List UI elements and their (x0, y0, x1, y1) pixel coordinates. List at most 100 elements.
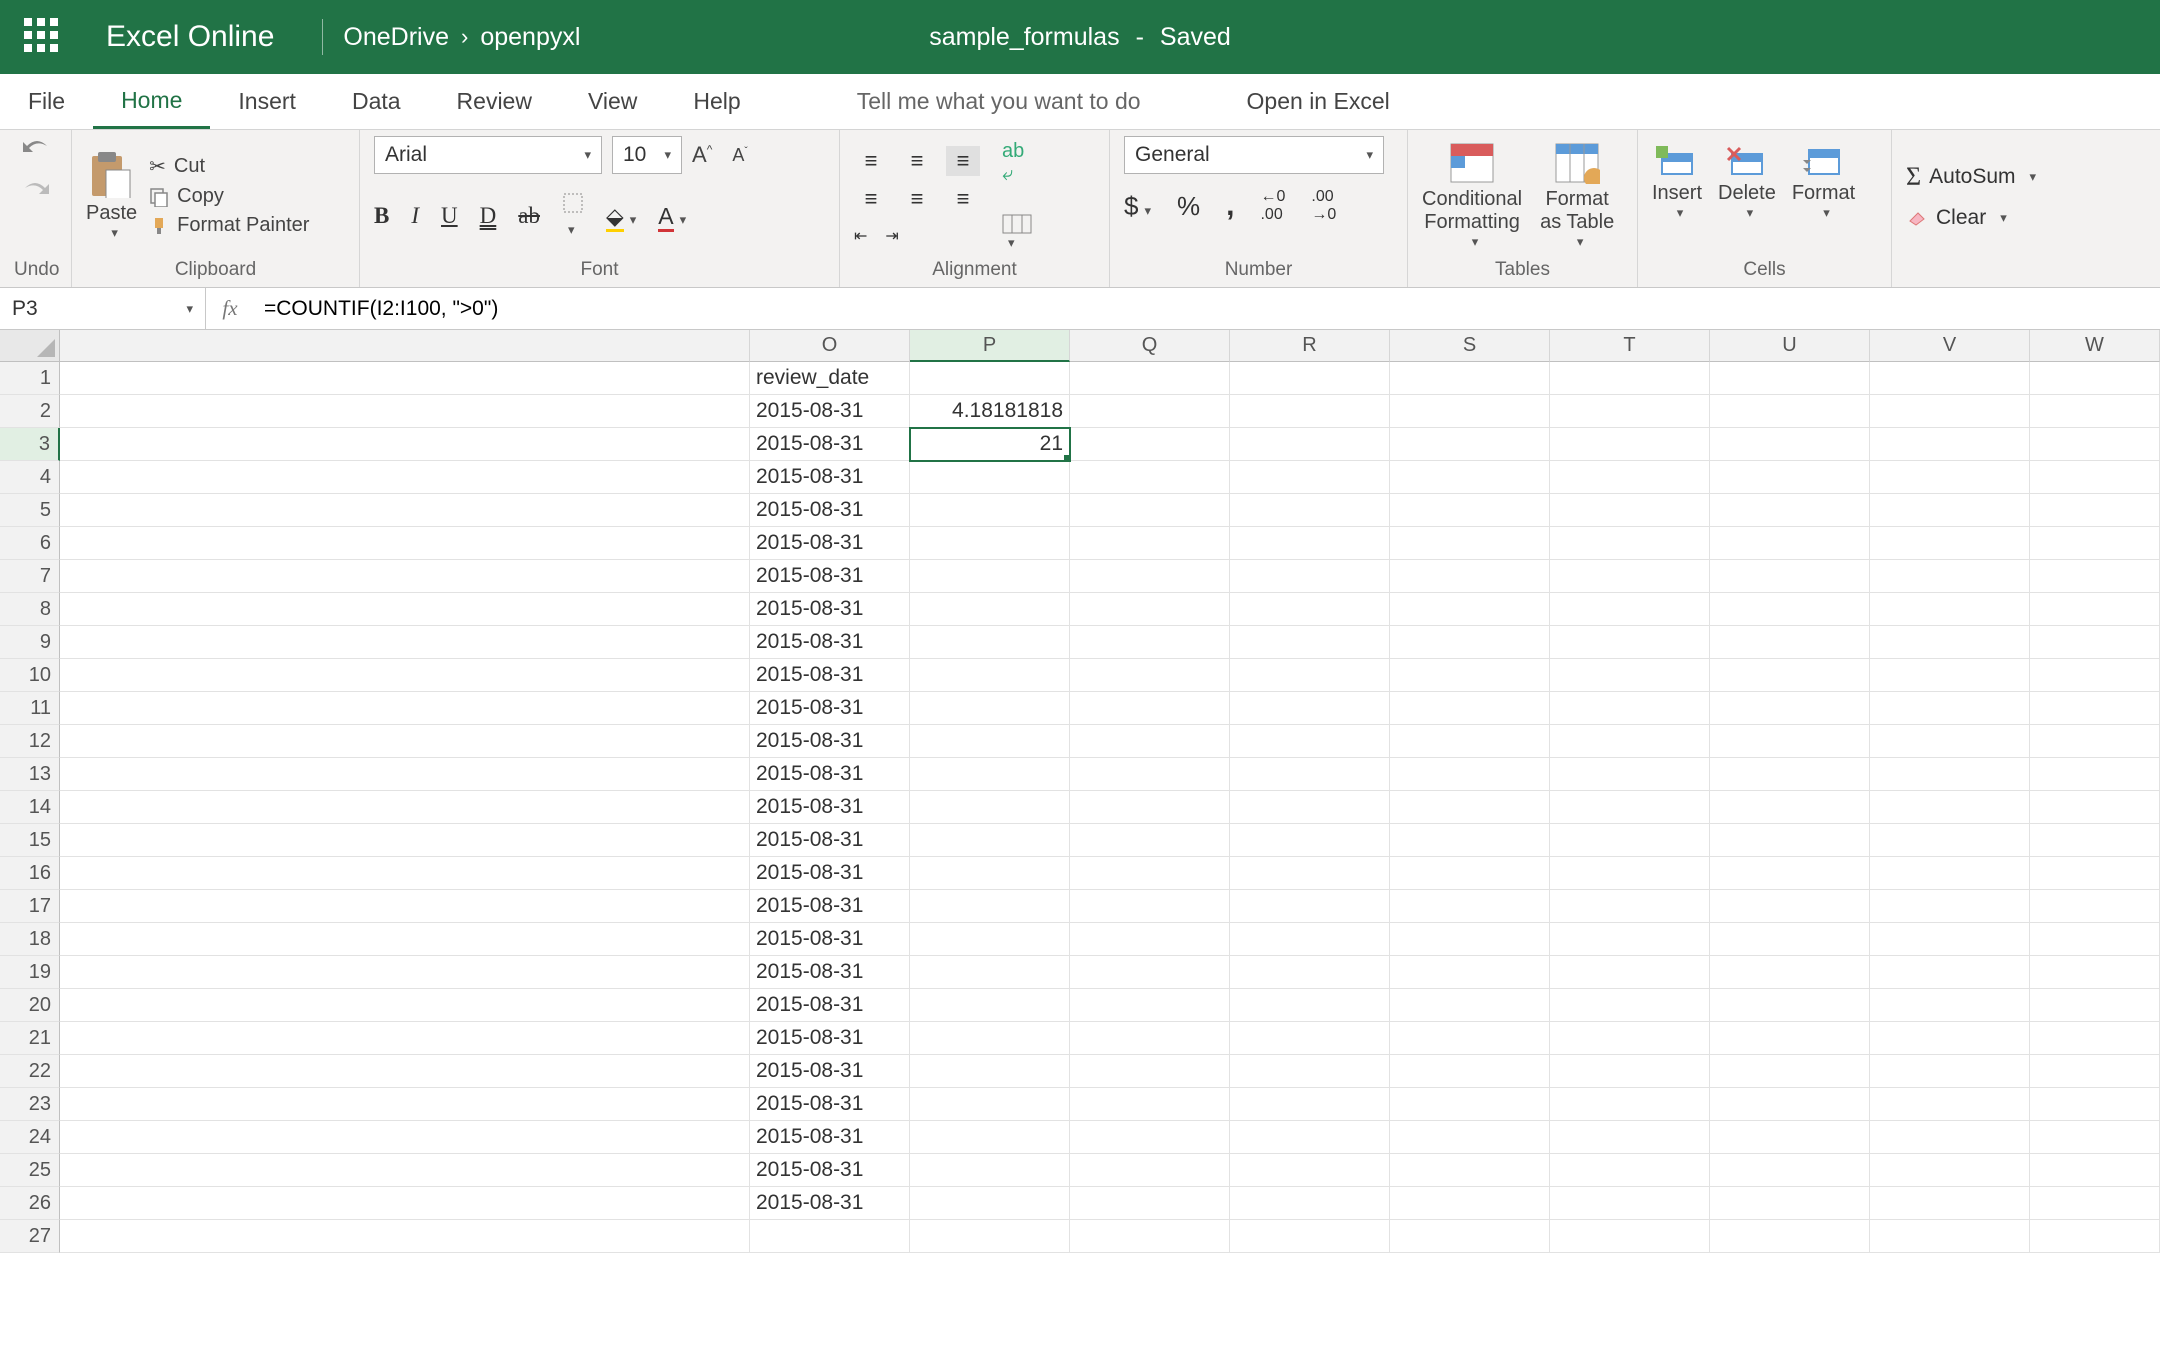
column-header-Q[interactable]: Q (1070, 330, 1230, 362)
cell[interactable] (1230, 362, 1390, 395)
cell[interactable] (910, 560, 1070, 593)
cell[interactable] (1390, 1187, 1550, 1220)
cell[interactable]: his watch it was an amazing purchase. I … (750, 1154, 910, 1187)
tell-me-search[interactable]: Tell me what you want to do (829, 74, 1169, 129)
cell[interactable] (2030, 857, 2160, 890)
cell[interactable]: 2015-08-31 (750, 824, 910, 857)
undo-icon[interactable] (21, 136, 51, 160)
cell[interactable]: 2015-08-31 (750, 956, 910, 989)
cell[interactable] (1230, 692, 1390, 725)
cell[interactable] (1230, 494, 1390, 527)
cell[interactable] (1550, 428, 1710, 461)
cell[interactable] (1550, 1154, 1710, 1187)
cell[interactable] (2030, 527, 2160, 560)
tab-review[interactable]: Review (429, 74, 560, 129)
cell[interactable] (1710, 428, 1870, 461)
cell[interactable] (1870, 890, 2030, 923)
grow-font-icon[interactable]: A^ (692, 142, 712, 168)
cell[interactable] (1070, 461, 1230, 494)
cell[interactable] (1230, 626, 1390, 659)
spreadsheet[interactable]: 1234567891011121314151617181920212223242… (0, 330, 2160, 1352)
cell[interactable] (60, 1187, 750, 1220)
cell[interactable] (1870, 857, 2030, 890)
cell[interactable] (1550, 923, 1710, 956)
cell[interactable] (1070, 1220, 1230, 1253)
cell[interactable] (2030, 923, 2160, 956)
cell[interactable] (2030, 362, 2160, 395)
format-cells-button[interactable]: Format▾ (1792, 144, 1855, 221)
cell[interactable] (1070, 362, 1230, 395)
percent-button[interactable]: % (1177, 191, 1200, 222)
cell[interactable] (2030, 428, 2160, 461)
cell[interactable] (910, 758, 1070, 791)
cell[interactable] (1710, 1121, 1870, 1154)
row-header-13[interactable]: 13 (0, 758, 60, 791)
cell[interactable] (910, 461, 1070, 494)
cell[interactable] (2030, 725, 2160, 758)
cell[interactable] (60, 725, 750, 758)
cell[interactable] (2030, 1088, 2160, 1121)
cell[interactable] (2030, 692, 2160, 725)
cell[interactable] (1870, 1220, 2030, 1253)
align-left-icon[interactable]: ≡ (854, 184, 888, 214)
cell[interactable] (1870, 494, 2030, 527)
cell[interactable] (2030, 824, 2160, 857)
cell[interactable] (1070, 560, 1230, 593)
cell[interactable] (1070, 593, 1230, 626)
cell[interactable] (60, 791, 750, 824)
font-color-button[interactable]: A▾ (658, 203, 686, 230)
cell[interactable] (1550, 692, 1710, 725)
cell[interactable] (60, 758, 750, 791)
row-header-10[interactable]: 10 (0, 659, 60, 692)
cell[interactable] (1230, 1187, 1390, 1220)
row-header-11[interactable]: 11 (0, 692, 60, 725)
cell[interactable] (1870, 1022, 2030, 1055)
cell[interactable] (1550, 824, 1710, 857)
cell[interactable] (1710, 395, 1870, 428)
cell[interactable] (1710, 890, 1870, 923)
breadcrumb-folder[interactable]: openpyxl (480, 23, 580, 52)
cell[interactable] (1870, 956, 2030, 989)
cell[interactable] (1230, 1022, 1390, 1055)
cell[interactable] (2030, 560, 2160, 593)
cell[interactable] (2030, 890, 2160, 923)
cell[interactable] (60, 1055, 750, 1088)
cell[interactable]: review_date (750, 362, 910, 395)
row-header-12[interactable]: 12 (0, 725, 60, 758)
cell[interactable] (1070, 692, 1230, 725)
cell[interactable] (1070, 923, 1230, 956)
cell[interactable]: st be a fraud for $12.00. This should no… (750, 626, 910, 659)
cell[interactable] (1550, 1055, 1710, 1088)
cell[interactable] (1230, 428, 1390, 461)
name-box[interactable]: P3▾ (0, 288, 206, 329)
tab-data[interactable]: Data (324, 74, 429, 129)
cell[interactable] (60, 857, 750, 890)
cell[interactable] (1070, 1187, 1230, 1220)
cell[interactable] (1550, 362, 1710, 395)
cell[interactable] (1390, 593, 1550, 626)
cell[interactable] (60, 824, 750, 857)
cell[interactable]: 2015-08-31 (750, 1088, 910, 1121)
cell[interactable] (1550, 1022, 1710, 1055)
cell[interactable] (60, 1022, 750, 1055)
cell[interactable] (1550, 956, 1710, 989)
cell[interactable] (1550, 527, 1710, 560)
cell[interactable] (60, 659, 750, 692)
cell[interactable] (910, 1154, 1070, 1187)
cell[interactable] (1710, 824, 1870, 857)
cell[interactable] (910, 692, 1070, 725)
cell[interactable] (1230, 857, 1390, 890)
breadcrumb-root[interactable]: OneDrive (343, 23, 449, 52)
cell[interactable] (1870, 725, 2030, 758)
cell[interactable] (1870, 824, 2030, 857)
cell[interactable] (1710, 989, 1870, 1022)
cell[interactable] (1390, 362, 1550, 395)
cell[interactable] (1550, 1187, 1710, 1220)
cell[interactable] (1870, 1055, 2030, 1088)
cell[interactable] (1390, 1055, 1550, 1088)
row-header-23[interactable]: 23 (0, 1088, 60, 1121)
cell[interactable] (1390, 626, 1550, 659)
cell[interactable]: 2015-08-31 (750, 560, 910, 593)
row-header-19[interactable]: 19 (0, 956, 60, 989)
number-format-combo[interactable]: General▾ (1124, 136, 1384, 174)
